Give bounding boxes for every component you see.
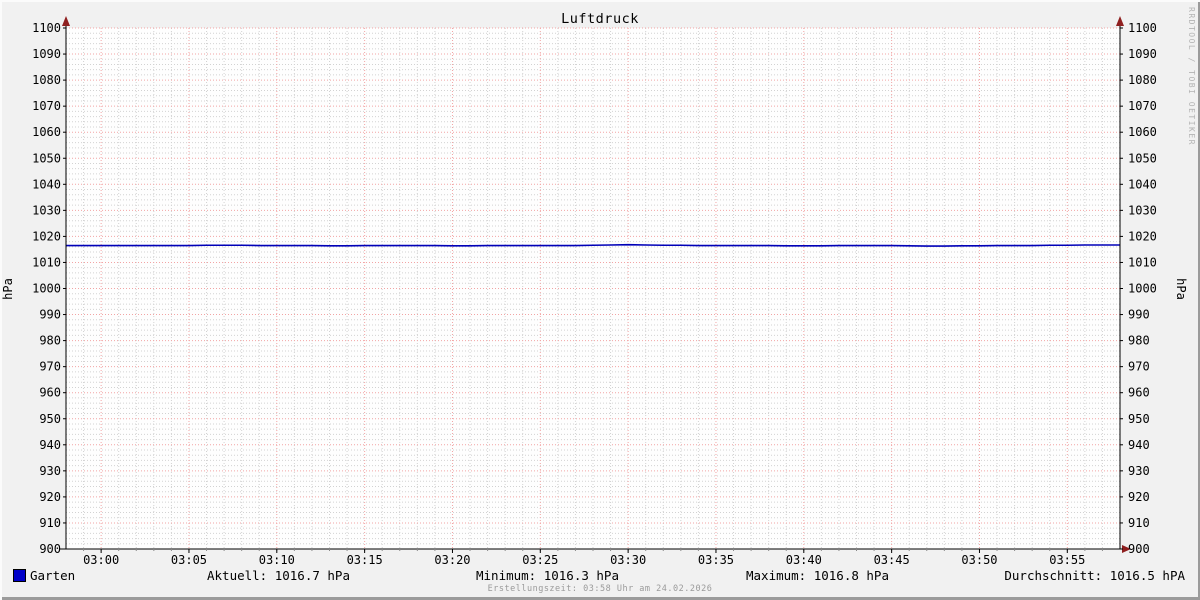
stat-current: Aktuell: 1016.7 hPa <box>207 568 350 583</box>
y-tick-label-right: 1060 <box>1128 125 1157 139</box>
legend-swatch-garten <box>13 569 26 582</box>
y-axis-unit-left: hPa <box>1 278 15 300</box>
y-tick-label-left: 1040 <box>32 177 61 191</box>
y-axis-arrow-right <box>1116 16 1124 26</box>
x-tick-label: 03:50 <box>961 553 997 567</box>
rrdtool-watermark: RRDTOOL / TOBI OETIKER <box>1187 7 1196 146</box>
y-tick-label-left: 1020 <box>32 229 61 243</box>
y-tick-label-left: 970 <box>39 360 61 374</box>
y-tick-label-right: 980 <box>1128 334 1150 348</box>
y-tick-label-left: 1000 <box>32 282 61 296</box>
y-tick-label-left: 1080 <box>32 73 61 87</box>
y-tick-label-left: 1050 <box>32 151 61 165</box>
y-tick-label-right: 1010 <box>1128 255 1157 269</box>
y-tick-label-right: 960 <box>1128 386 1150 400</box>
y-tick-label-right: 900 <box>1128 542 1150 556</box>
y-tick-label-right: 990 <box>1128 308 1150 322</box>
x-tick-label: 03:00 <box>83 553 119 567</box>
creation-timestamp: Erstellungszeit: 03:58 Uhr am 24.02.2026 <box>0 584 1200 594</box>
y-tick-label-left: 960 <box>39 386 61 400</box>
x-tick-label: 03:05 <box>171 553 207 567</box>
y-tick-label-right: 950 <box>1128 412 1150 426</box>
x-tick-label: 03:30 <box>610 553 646 567</box>
x-tick-label: 03:20 <box>434 553 470 567</box>
y-tick-label-left: 950 <box>39 412 61 426</box>
y-tick-label-left: 930 <box>39 464 61 478</box>
y-tick-label-right: 1100 <box>1128 21 1157 35</box>
x-tick-label: 03:15 <box>347 553 383 567</box>
y-tick-label-right: 970 <box>1128 360 1150 374</box>
legend-series-label: Garten <box>30 568 75 583</box>
y-tick-label-left: 990 <box>39 308 61 322</box>
y-tick-label-right: 1000 <box>1128 282 1157 296</box>
y-tick-label-right: 1020 <box>1128 229 1157 243</box>
y-axis-unit-right: hPa <box>1174 278 1188 300</box>
y-tick-label-right: 1040 <box>1128 177 1157 191</box>
rrdtool-pressure-graph: Luftdruck 900900910910920920930930940940… <box>0 0 1200 600</box>
y-tick-label-left: 1070 <box>32 99 61 113</box>
stat-minimum: Minimum: 1016.3 hPa <box>476 568 619 583</box>
x-tick-label: 03:10 <box>259 553 295 567</box>
y-tick-label-left: 1100 <box>32 21 61 35</box>
plot-area: 900 900 910 910 920 920 930 930 940 940 950 950 960 9… <box>0 0 1200 600</box>
y-tick-label-right: 1070 <box>1128 99 1157 113</box>
y-tick-label-left: 980 <box>39 334 61 348</box>
y-tick-label-right: 1090 <box>1128 47 1157 61</box>
y-tick-label-right: 1050 <box>1128 151 1157 165</box>
y-tick-label-left: 920 <box>39 490 61 504</box>
x-tick-label: 03:25 <box>522 553 558 567</box>
x-tick-label: 03:35 <box>698 553 734 567</box>
y-axis-arrow-left <box>62 16 70 26</box>
y-tick-label-right: 930 <box>1128 464 1150 478</box>
x-tick-label: 03:45 <box>874 553 910 567</box>
x-tick-label: 03:55 <box>1049 553 1085 567</box>
y-tick-label-right: 1030 <box>1128 203 1157 217</box>
y-tick-label-left: 910 <box>39 516 61 530</box>
y-tick-label-left: 900 <box>39 542 61 556</box>
y-tick-label-left: 1090 <box>32 47 61 61</box>
legend: Garten Aktuell: 1016.7 hPa Minimum: 1016… <box>0 568 1200 584</box>
y-tick-label-right: 920 <box>1128 490 1150 504</box>
y-tick-label-left: 940 <box>39 438 61 452</box>
y-tick-label-right: 1080 <box>1128 73 1157 87</box>
y-tick-label-left: 1010 <box>32 255 61 269</box>
stat-average: Durchschnitt: 1016.5 hPA <box>1004 568 1185 583</box>
y-tick-label-left: 1030 <box>32 203 61 217</box>
y-tick-label-right: 940 <box>1128 438 1150 452</box>
y-tick-label-left: 1060 <box>32 125 61 139</box>
y-tick-label-right: 910 <box>1128 516 1150 530</box>
stat-maximum: Maximum: 1016.8 hPa <box>746 568 889 583</box>
x-tick-label: 03:40 <box>786 553 822 567</box>
